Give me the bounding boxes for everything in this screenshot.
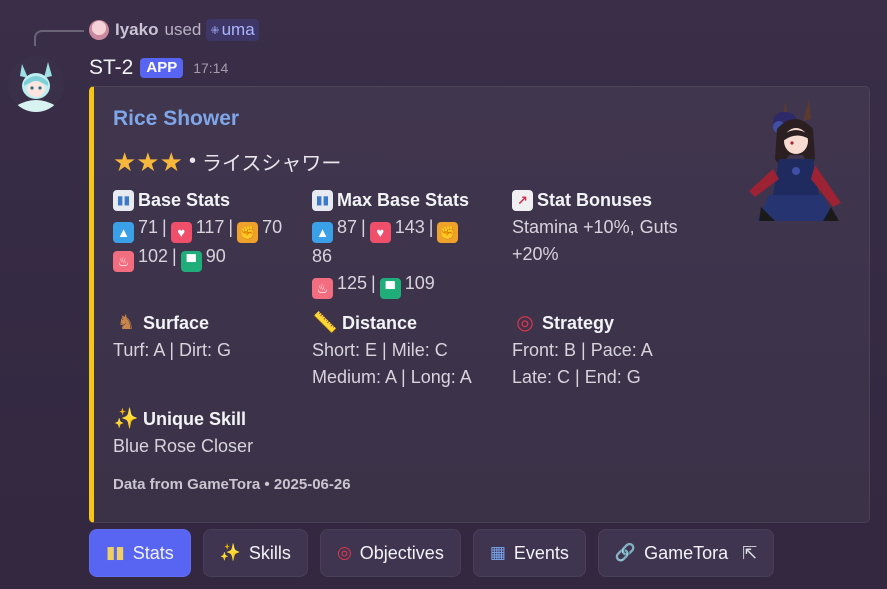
unique-skill-value: Blue Rose Closer [113, 436, 254, 456]
embed-card: Rice Shower ★★★ • ライスシャワー ▮▮ Base Stats … [89, 86, 870, 523]
graduation-cap-icon: ▀ [379, 278, 401, 299]
reply-user-avatar[interactable] [89, 20, 109, 40]
objectives-button[interactable]: ◎ Objectives [319, 529, 461, 577]
distance-line1: Short: E | Mile: C [312, 340, 448, 360]
objectives-button-label: Objectives [359, 542, 444, 563]
action-row: ▮▮ Stats ✨ Skills ◎ Objectives ▦ Events … [89, 529, 775, 577]
flexed-arm-icon: ✊ [237, 222, 259, 243]
message-timestamp[interactable]: 17:14 [193, 60, 228, 76]
base-speed: 71 [138, 217, 159, 237]
skills-button[interactable]: ✨ Skills [202, 529, 308, 577]
rarity-stars: ★★★ [113, 146, 183, 177]
field-name-distance: Distance [342, 312, 418, 333]
field-unique-skill: ✨ Unique Skill Blue Rose Closer [113, 407, 413, 460]
events-button-label: Events [513, 542, 569, 563]
stats-button-label: Stats [132, 542, 174, 563]
embed-description: ★★★ • ライスシャワー [113, 147, 341, 176]
shoe-icon: ▲ [113, 222, 134, 243]
apps-icon: ⁜ [210, 24, 219, 37]
base-stamina: 117 [195, 217, 225, 237]
reply-username[interactable]: Iyako [115, 20, 158, 40]
sparkles-icon: ✨ [219, 543, 241, 562]
field-name-unique-skill: Unique Skill [143, 408, 247, 429]
distance-line2: Medium: A | Long: A [312, 367, 472, 387]
command-name: uma [221, 20, 255, 39]
character-thumbnail[interactable] [739, 99, 851, 223]
max-power: 86 [312, 246, 333, 266]
stat-bonuses-line2: +20% [512, 244, 559, 264]
japanese-name: ライスシャワー [201, 153, 342, 175]
field-name-max-base-stats: Max Base Stats [337, 189, 470, 210]
max-wit: 109 [404, 273, 435, 293]
link-icon: 🔗 [614, 543, 637, 562]
max-stamina: 143 [394, 217, 425, 237]
base-wit: 90 [205, 246, 226, 266]
embed-title[interactable]: Rice Shower [113, 107, 239, 131]
external-link-icon: ⇱ [742, 542, 758, 563]
bot-avatar[interactable] [8, 56, 64, 112]
stats-button[interactable]: ▮▮ Stats [89, 529, 191, 577]
fire-icon: ♨ [312, 278, 333, 299]
reply-context: Iyako used ⁜ uma [89, 19, 259, 41]
bar-chart-icon: ▮▮ [113, 189, 134, 211]
surface-value: Turf: A | Dirt: G [113, 340, 232, 360]
field-name-surface: Surface [143, 312, 210, 333]
events-button[interactable]: ▦ Events [472, 529, 586, 577]
field-stat-bonuses: ↗ Stat Bonuses Stamina +10%, Guts +20% [512, 188, 702, 268]
horse-racing-icon: ♞ [117, 311, 135, 334]
bar-chart-icon: ▮▮ [106, 543, 125, 562]
reply-connector [34, 30, 84, 46]
app-badge: APP [140, 58, 184, 78]
chart-increasing-icon: ↗ [512, 189, 533, 211]
skills-button-label: Skills [248, 542, 291, 563]
embed-footer: Data from GameTora • 2025-06-26 [113, 476, 351, 493]
reply-used-text: used [164, 20, 202, 39]
field-base-stats: ▮▮ Base Stats ▲ 71 | ♥ 117 | ✊ 70 ♨ 102 | ▀ 90 [113, 188, 308, 272]
ruler-icon: 📏 [312, 311, 338, 334]
heart-icon: ♥ [369, 222, 391, 243]
bullet: • [188, 150, 196, 172]
stat-bonuses-line1: Stamina +10%, Guts [512, 217, 678, 237]
field-strategy: ◎ Strategy Front: B | Pace: A Late: C | … [512, 311, 702, 391]
message-header: ST-2 APP 17:14 [89, 55, 228, 81]
max-guts: 125 [337, 273, 368, 293]
field-name-base-stats: Base Stats [138, 189, 231, 210]
bar-chart-icon: ▮▮ [312, 189, 333, 211]
flexed-arm-icon: ✊ [437, 222, 459, 243]
shoe-icon: ▲ [312, 222, 333, 243]
field-name-stat-bonuses: Stat Bonuses [537, 189, 653, 210]
field-max-base-stats: ▮▮ Max Base Stats ▲ 87 | ♥ 143 | ✊ 86 ♨ 125 | ▀ 10… [312, 188, 492, 299]
field-surface: ♞ Surface Turf: A | Dirt: G [113, 311, 303, 364]
field-distance: 📏 Distance Short: E | Mile: C Medium: A … [312, 311, 507, 391]
calendar-icon: ▦ [489, 543, 506, 562]
gametora-button-label: GameTora [644, 542, 729, 563]
graduation-cap-icon: ▀ [180, 251, 202, 272]
strategy-line1: Front: B | Pace: A [512, 340, 653, 360]
sparkles-icon: ✨ [113, 407, 139, 430]
bot-username[interactable]: ST-2 [89, 56, 133, 80]
base-power: 70 [262, 217, 283, 237]
target-icon: ◎ [336, 543, 352, 562]
gametora-link-button[interactable]: 🔗 GameTora ⇱ [597, 529, 775, 577]
heart-icon: ♥ [170, 222, 192, 243]
max-speed: 87 [337, 217, 358, 237]
field-name-strategy: Strategy [542, 312, 615, 333]
target-icon: ◎ [516, 311, 534, 334]
fire-icon: ♨ [113, 251, 134, 272]
command-mention[interactable]: ⁜ uma [206, 19, 259, 41]
strategy-line2: Late: C | End: G [512, 367, 641, 387]
base-guts: 102 [138, 246, 169, 266]
